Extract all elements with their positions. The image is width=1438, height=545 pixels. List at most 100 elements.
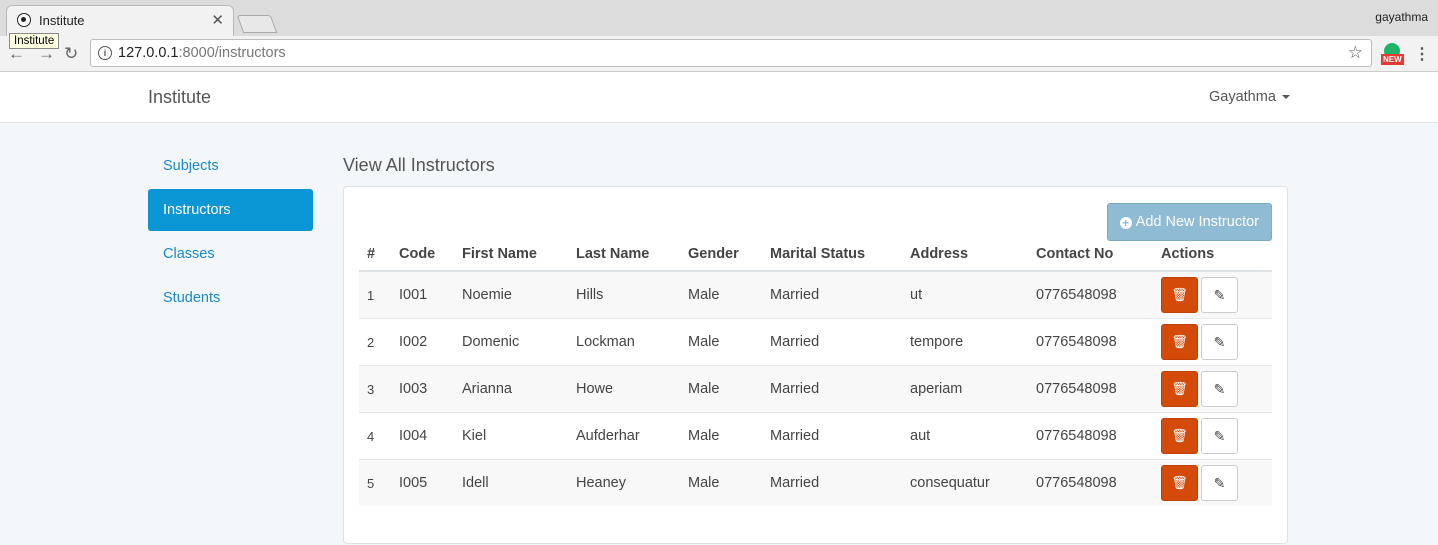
app-brand[interactable]: Institute — [148, 87, 211, 108]
soccer-ball-icon — [17, 13, 31, 27]
cell-last-name: Lockman — [568, 318, 680, 366]
cell-actions: 🗑 ✎ — [1153, 318, 1272, 366]
cell-actions: 🗑 ✎ — [1153, 270, 1272, 319]
bookmark-star-icon[interactable]: ☆ — [1348, 43, 1363, 63]
table-row: 2 I002 Domenic Lockman Male Married temp… — [359, 318, 1272, 366]
cell-first-name: Domenic — [454, 318, 568, 366]
reload-icon[interactable]: ↻ — [64, 44, 78, 64]
cell-gender: Male — [680, 412, 762, 460]
edit-button[interactable]: ✎ — [1201, 465, 1238, 501]
cell-address: aut — [902, 412, 1028, 460]
cell-contact: 0776548098 — [1028, 459, 1153, 506]
cell-code: I001 — [391, 270, 454, 319]
close-tab-icon[interactable]: ✕ — [211, 11, 224, 29]
delete-button[interactable]: 🗑 — [1161, 418, 1198, 454]
delete-button[interactable]: 🗑 — [1161, 277, 1198, 313]
cell-first-name: Idell — [454, 459, 568, 506]
trash-icon: 🗑 — [1171, 334, 1188, 349]
page-title: View All Instructors — [343, 155, 495, 175]
extension-badge: NEW — [1381, 54, 1404, 65]
cell-address: tempore — [902, 318, 1028, 366]
cell-code: I004 — [391, 412, 454, 460]
new-tab-button[interactable] — [236, 15, 278, 33]
edit-button[interactable]: ✎ — [1201, 418, 1238, 454]
pencil-icon: ✎ — [1213, 334, 1226, 350]
cell-address: ut — [902, 270, 1028, 319]
cell-index: 1 — [359, 270, 391, 319]
cell-code: I002 — [391, 318, 454, 366]
instructors-panel: + Add New Instructor # Code First Name La… — [343, 186, 1288, 544]
table-row: 5 I005 Idell Heaney Male Married consequ… — [359, 459, 1272, 506]
cell-gender: Male — [680, 365, 762, 413]
table-header-row: # Code First Name Last Name Gender Marit… — [359, 237, 1272, 272]
trash-icon: 🗑 — [1171, 475, 1188, 490]
cell-contact: 0776548098 — [1028, 318, 1153, 366]
edit-button[interactable]: ✎ — [1201, 277, 1238, 313]
column-header: # — [359, 237, 391, 272]
delete-button[interactable]: 🗑 — [1161, 324, 1198, 360]
column-header: First Name — [454, 237, 568, 272]
add-instructor-button[interactable]: + Add New Instructor — [1106, 203, 1272, 241]
address-bar[interactable]: i 127.0.0.1:8000/instructors ☆ — [90, 39, 1372, 67]
cell-actions: 🗑 ✎ — [1153, 365, 1272, 413]
cell-gender: Male — [680, 459, 762, 506]
column-header: Code — [391, 237, 454, 272]
cell-code: I003 — [391, 365, 454, 413]
user-menu[interactable]: Gayathma — [1209, 89, 1290, 105]
edit-button[interactable]: ✎ — [1201, 371, 1238, 407]
cell-gender: Male — [680, 270, 762, 319]
sidebar-item-subjects[interactable]: Subjects — [148, 145, 313, 187]
delete-button[interactable]: 🗑 — [1161, 465, 1198, 501]
browser-tabstrip: Institute ✕ gayathma — [0, 0, 1438, 37]
pencil-icon: ✎ — [1213, 428, 1226, 444]
user-name: Gayathma — [1209, 89, 1276, 105]
extension-icon[interactable]: NEW — [1381, 43, 1405, 65]
cell-index: 5 — [359, 459, 391, 506]
cell-index: 2 — [359, 318, 391, 366]
trash-icon: 🗑 — [1171, 287, 1188, 302]
url-text[interactable]: 127.0.0.1:8000/instructors — [118, 45, 286, 61]
app-navbar: Institute Gayathma — [0, 72, 1438, 123]
cell-code: I005 — [391, 459, 454, 506]
column-header: Actions — [1153, 237, 1272, 272]
sidebar-item-students[interactable]: Students — [148, 277, 313, 319]
cell-marital-status: Married — [762, 318, 902, 366]
cell-marital-status: Married — [762, 365, 902, 413]
delete-button[interactable]: 🗑 — [1161, 371, 1198, 407]
cell-last-name: Howe — [568, 365, 680, 413]
caret-down-icon — [1281, 95, 1290, 100]
cell-contact: 0776548098 — [1028, 412, 1153, 460]
cell-first-name: Noemie — [454, 270, 568, 319]
edit-button[interactable]: ✎ — [1201, 324, 1238, 360]
pencil-icon: ✎ — [1213, 287, 1226, 303]
trash-icon: 🗑 — [1171, 381, 1188, 396]
column-header: Last Name — [568, 237, 680, 272]
browser-profile-name[interactable]: gayathma — [1375, 10, 1428, 24]
tab-title: Institute — [39, 13, 85, 28]
plus-circle-icon: + — [1119, 217, 1132, 229]
info-icon[interactable]: i — [98, 46, 112, 60]
tab-tooltip: Institute — [9, 33, 60, 49]
cell-first-name: Arianna — [454, 365, 568, 413]
cell-actions: 🗑 ✎ — [1153, 412, 1272, 460]
cell-marital-status: Married — [762, 270, 902, 319]
sidebar-item-instructors[interactable]: Instructors — [148, 189, 313, 231]
cell-address: aperiam — [902, 365, 1028, 413]
cell-address: consequatur — [902, 459, 1028, 506]
browser-menu-icon[interactable]: ⋮ — [1414, 44, 1430, 64]
cell-last-name: Aufderhar — [568, 412, 680, 460]
pencil-icon: ✎ — [1213, 475, 1226, 491]
trash-icon: 🗑 — [1171, 428, 1188, 443]
table-row: 3 I003 Arianna Howe Male Married aperiam… — [359, 365, 1272, 413]
cell-first-name: Kiel — [454, 412, 568, 460]
cell-actions: 🗑 ✎ — [1153, 459, 1272, 506]
cell-contact: 0776548098 — [1028, 365, 1153, 413]
table-row: 1 I001 Noemie Hills Male Married ut 0776… — [359, 270, 1272, 319]
column-header: Address — [902, 237, 1028, 272]
sidebar: Subjects Instructors Classes Students — [148, 145, 313, 321]
cell-last-name: Hills — [568, 270, 680, 319]
cell-marital-status: Married — [762, 412, 902, 460]
sidebar-item-classes[interactable]: Classes — [148, 233, 313, 275]
column-header: Marital Status — [762, 237, 902, 272]
column-header: Contact No — [1028, 237, 1153, 272]
